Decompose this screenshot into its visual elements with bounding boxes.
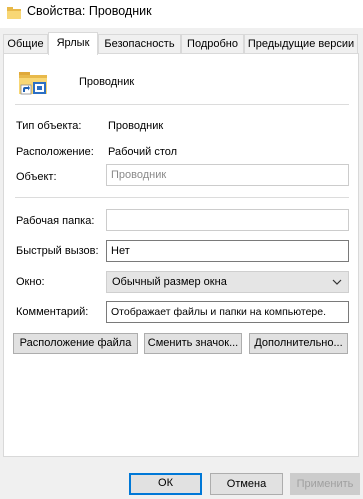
divider	[15, 197, 349, 198]
ok-button[interactable]: ОК	[129, 473, 202, 495]
hotkey-field[interactable]: Нет	[106, 240, 349, 262]
window-state-select[interactable]: Обычный размер окна	[106, 271, 349, 293]
window-title: Свойства: Проводник	[27, 4, 152, 18]
hotkey-label: Быстрый вызов:	[16, 245, 99, 257]
comment-label: Комментарий:	[16, 306, 89, 318]
location-value: Рабочий стол	[108, 146, 178, 158]
advanced-button[interactable]: Дополнительно...	[249, 333, 348, 354]
workdir-field	[106, 209, 349, 231]
tab-shortcut[interactable]: Ярлык	[48, 32, 98, 55]
divider	[15, 104, 349, 105]
change-icon-button[interactable]: Сменить значок...	[144, 333, 242, 354]
comment-field[interactable]: Отображает файлы и папки на компьютере.	[106, 301, 349, 323]
target-field: Проводник	[106, 164, 349, 186]
type-value: Проводник	[108, 120, 164, 132]
target-label: Объект:	[16, 171, 57, 183]
window-label: Окно:	[16, 276, 45, 288]
title-bar: Свойства: Проводник	[0, 0, 363, 28]
open-file-location-button[interactable]: Расположение файла	[13, 333, 138, 354]
tab-strip: Общие Ярлык Безопасность Подробно Предыд…	[3, 32, 359, 55]
shortcut-panel: Проводник Тип объекта: Проводник Располо…	[3, 53, 359, 457]
explorer-folder-shortcut-icon	[19, 72, 47, 95]
cancel-button[interactable]: Отмена	[210, 473, 283, 495]
shortcut-name: Проводник	[79, 76, 135, 88]
tab-security[interactable]: Безопасность	[98, 34, 181, 54]
tab-general[interactable]: Общие	[3, 34, 48, 54]
location-label: Расположение:	[16, 146, 94, 158]
workdir-label: Рабочая папка:	[16, 215, 95, 227]
apply-button[interactable]: Применить	[290, 473, 360, 495]
chevron-down-icon	[332, 279, 342, 285]
folder-icon	[7, 7, 21, 19]
window-state-value: Обычный размер окна	[112, 276, 227, 288]
tab-details[interactable]: Подробно	[181, 34, 244, 54]
tab-previous-versions[interactable]: Предыдущие версии	[244, 34, 358, 54]
type-label: Тип объекта:	[16, 120, 82, 132]
